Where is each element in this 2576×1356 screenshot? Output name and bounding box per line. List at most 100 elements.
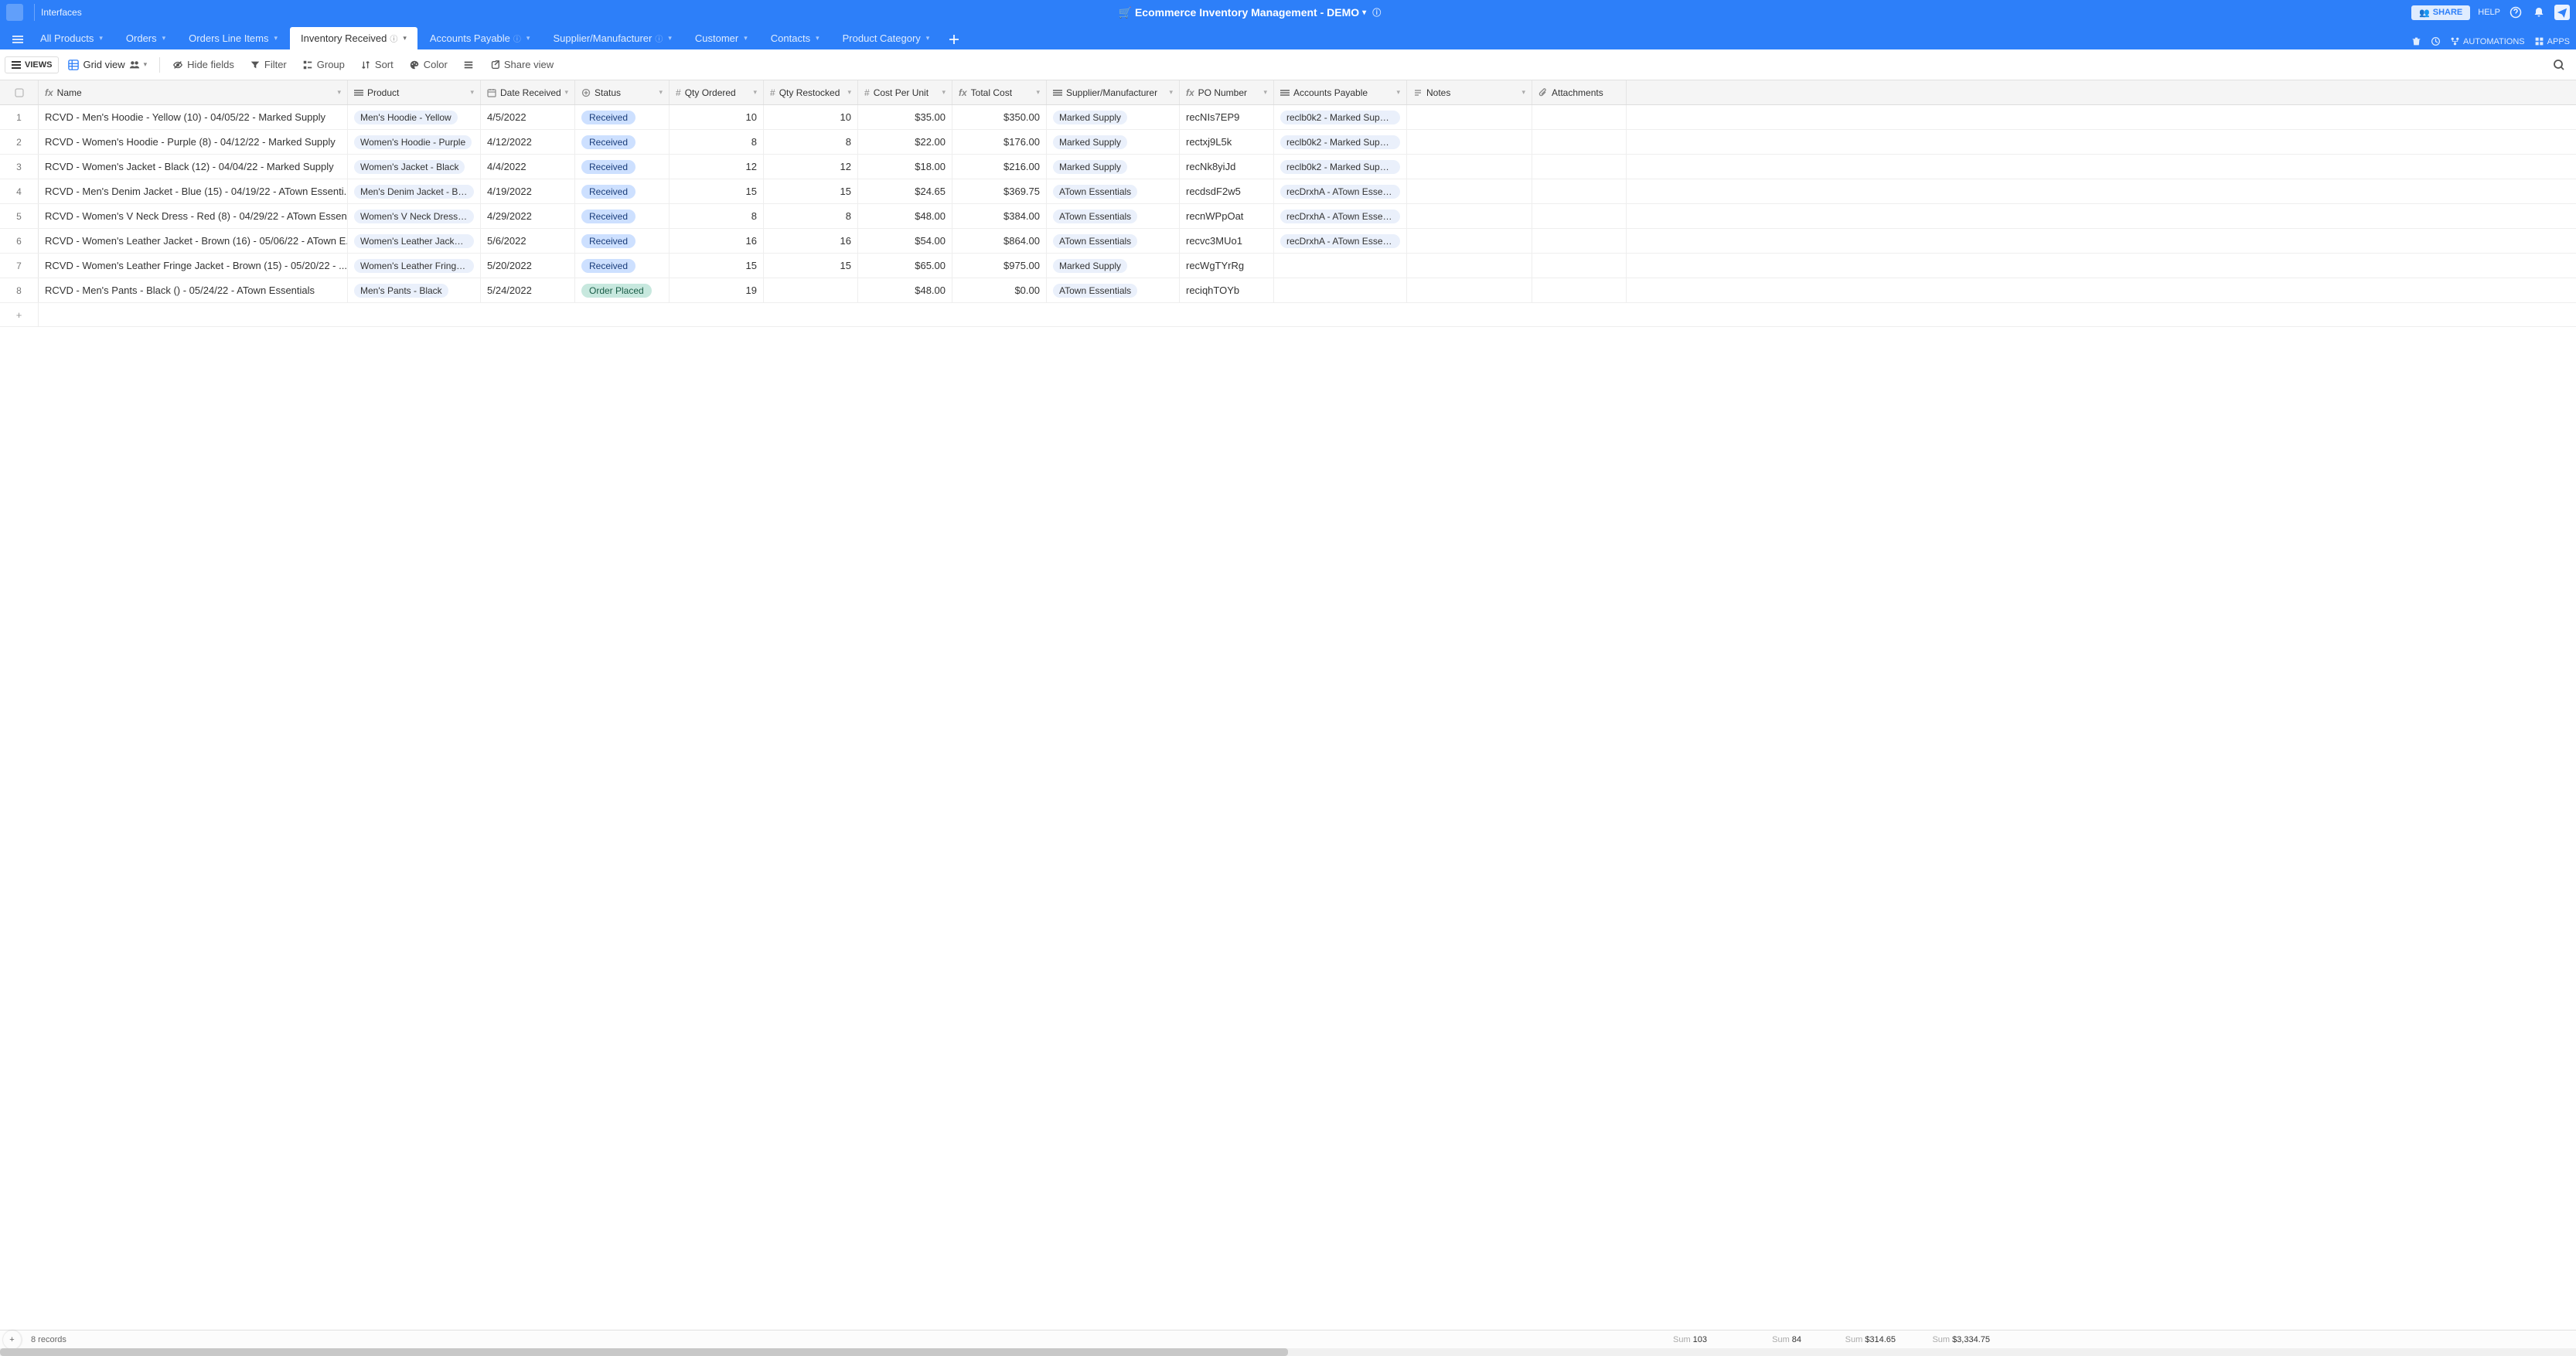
- tab-supplier[interactable]: Supplier/Manufacturerⓘ▾: [542, 27, 682, 49]
- row-number[interactable]: 8: [0, 278, 39, 302]
- menu-button[interactable]: [6, 29, 29, 49]
- scrollbar-thumb[interactable]: [0, 1348, 1288, 1356]
- cell-qty-ordered[interactable]: 12: [670, 155, 764, 179]
- cell-name[interactable]: RCVD - Women's Jacket - Black (12) - 04/…: [39, 155, 348, 179]
- cell-notes[interactable]: [1407, 254, 1532, 278]
- cell-product[interactable]: Women's Jacket - Black: [348, 155, 481, 179]
- cell-qty-ordered[interactable]: 15: [670, 179, 764, 203]
- cell-total-cost[interactable]: $216.00: [952, 155, 1047, 179]
- cell-cost-per-unit[interactable]: $48.00: [858, 204, 952, 228]
- cell-status[interactable]: Received: [575, 179, 670, 203]
- cell-total-cost[interactable]: $369.75: [952, 179, 1047, 203]
- group-button[interactable]: Group: [296, 56, 351, 73]
- automations-button[interactable]: AUTOMATIONS: [2450, 36, 2525, 46]
- cell-accounts-payable[interactable]: recDrxhA - ATown Essentials -: [1274, 229, 1407, 253]
- cell-cost-per-unit[interactable]: $35.00: [858, 105, 952, 129]
- col-attachments[interactable]: Attachments: [1532, 80, 1627, 104]
- cell-accounts-payable[interactable]: recDrxhA - ATown Essentials -: [1274, 204, 1407, 228]
- help-link[interactable]: HELP: [2478, 8, 2500, 17]
- row-number[interactable]: 7: [0, 254, 39, 278]
- cell-qty-restocked[interactable]: 16: [764, 229, 858, 253]
- cell-product[interactable]: Men's Pants - Black: [348, 278, 481, 302]
- view-name-button[interactable]: Grid view ▾: [62, 56, 153, 73]
- chevron-down-icon[interactable]: ▾: [847, 88, 851, 97]
- sum-cost-per-unit[interactable]: Sum$314.65: [1808, 1335, 1902, 1344]
- cell-supplier[interactable]: Marked Supply: [1047, 105, 1180, 129]
- cell-po-number[interactable]: recNIs7EP9: [1180, 105, 1274, 129]
- row-height-button[interactable]: [457, 56, 480, 73]
- sum-qty-ordered[interactable]: Sum103: [1619, 1335, 1713, 1344]
- cell-date[interactable]: 5/6/2022: [481, 229, 575, 253]
- table-row[interactable]: 4 RCVD - Men's Denim Jacket - Blue (15) …: [0, 179, 2576, 204]
- sum-qty-restocked[interactable]: Sum84: [1713, 1335, 1808, 1344]
- tab-all-products[interactable]: All Products▾: [29, 27, 114, 49]
- cell-status[interactable]: Order Placed: [575, 278, 670, 302]
- cell-attachments[interactable]: [1532, 179, 1627, 203]
- cell-qty-ordered[interactable]: 19: [670, 278, 764, 302]
- cell-po-number[interactable]: recnWPpOat: [1180, 204, 1274, 228]
- cell-accounts-payable[interactable]: reclb0k2 - Marked Supply - 0: [1274, 105, 1407, 129]
- cell-date[interactable]: 5/20/2022: [481, 254, 575, 278]
- cell-accounts-payable[interactable]: [1274, 254, 1407, 278]
- cell-attachments[interactable]: [1532, 254, 1627, 278]
- cell-supplier[interactable]: ATown Essentials: [1047, 229, 1180, 253]
- cell-po-number[interactable]: reciqhTOYb: [1180, 278, 1274, 302]
- cell-cost-per-unit[interactable]: $22.00: [858, 130, 952, 154]
- cell-attachments[interactable]: [1532, 130, 1627, 154]
- cell-date[interactable]: 5/24/2022: [481, 278, 575, 302]
- cell-attachments[interactable]: [1532, 204, 1627, 228]
- base-title[interactable]: 🛒 Ecommerce Inventory Management - DEMO …: [1119, 6, 1382, 19]
- chevron-down-icon[interactable]: ▾: [942, 88, 946, 97]
- cell-status[interactable]: Received: [575, 105, 670, 129]
- chevron-down-icon[interactable]: ▾: [1396, 88, 1400, 97]
- table-row[interactable]: 5 RCVD - Women's V Neck Dress - Red (8) …: [0, 204, 2576, 229]
- cell-qty-ordered[interactable]: 15: [670, 254, 764, 278]
- tab-inventory-received[interactable]: Inventory Receivedⓘ▾: [290, 27, 417, 49]
- cell-product[interactable]: Women's Hoodie - Purple: [348, 130, 481, 154]
- cell-attachments[interactable]: [1532, 278, 1627, 302]
- cell-notes[interactable]: [1407, 204, 1532, 228]
- cell-po-number[interactable]: rectxj9L5k: [1180, 130, 1274, 154]
- select-all-checkbox[interactable]: [0, 80, 39, 104]
- chevron-down-icon[interactable]: ▾: [1036, 88, 1040, 97]
- cell-status[interactable]: Received: [575, 155, 670, 179]
- cell-name[interactable]: RCVD - Women's V Neck Dress - Red (8) - …: [39, 204, 348, 228]
- logo-icon[interactable]: [6, 4, 23, 21]
- tab-orders[interactable]: Orders▾: [115, 27, 176, 49]
- cell-po-number[interactable]: recvc3MUo1: [1180, 229, 1274, 253]
- cell-accounts-payable[interactable]: reclb0k2 - Marked Supply - 0: [1274, 130, 1407, 154]
- cell-accounts-payable[interactable]: recDrxhA - ATown Essentials -: [1274, 179, 1407, 203]
- sum-total-cost[interactable]: Sum$3,334.75: [1902, 1335, 1996, 1344]
- notifications-icon[interactable]: [2531, 5, 2547, 20]
- cell-status[interactable]: Received: [575, 254, 670, 278]
- cell-name[interactable]: RCVD - Men's Denim Jacket - Blue (15) - …: [39, 179, 348, 203]
- add-table-button[interactable]: [942, 29, 966, 49]
- cell-name[interactable]: RCVD - Men's Hoodie - Yellow (10) - 04/0…: [39, 105, 348, 129]
- cell-date[interactable]: 4/19/2022: [481, 179, 575, 203]
- cell-attachments[interactable]: [1532, 155, 1627, 179]
- table-row[interactable]: 2 RCVD - Women's Hoodie - Purple (8) - 0…: [0, 130, 2576, 155]
- horizontal-scrollbar[interactable]: [0, 1348, 2576, 1356]
- tab-accounts-payable[interactable]: Accounts Payableⓘ▾: [419, 27, 541, 49]
- cell-qty-ordered[interactable]: 8: [670, 130, 764, 154]
- cell-cost-per-unit[interactable]: $18.00: [858, 155, 952, 179]
- cell-name[interactable]: RCVD - Women's Hoodie - Purple (8) - 04/…: [39, 130, 348, 154]
- row-number[interactable]: 1: [0, 105, 39, 129]
- cell-cost-per-unit[interactable]: $48.00: [858, 278, 952, 302]
- share-button[interactable]: 👥 SHARE: [2411, 5, 2470, 20]
- cell-po-number[interactable]: recdsdF2w5: [1180, 179, 1274, 203]
- chevron-down-icon[interactable]: ▾: [564, 88, 568, 97]
- trash-icon[interactable]: [2411, 36, 2421, 46]
- cell-qty-restocked[interactable]: 8: [764, 130, 858, 154]
- cell-product[interactable]: Men's Hoodie - Yellow: [348, 105, 481, 129]
- cell-accounts-payable[interactable]: [1274, 278, 1407, 302]
- col-status[interactable]: Status▾: [575, 80, 670, 104]
- cell-supplier[interactable]: Marked Supply: [1047, 155, 1180, 179]
- cell-qty-ordered[interactable]: 8: [670, 204, 764, 228]
- filter-button[interactable]: Filter: [244, 56, 293, 73]
- cell-notes[interactable]: [1407, 229, 1532, 253]
- help-icon[interactable]: [2508, 5, 2523, 20]
- cell-status[interactable]: Received: [575, 204, 670, 228]
- cell-po-number[interactable]: recWgTYrRg: [1180, 254, 1274, 278]
- cell-status[interactable]: Received: [575, 130, 670, 154]
